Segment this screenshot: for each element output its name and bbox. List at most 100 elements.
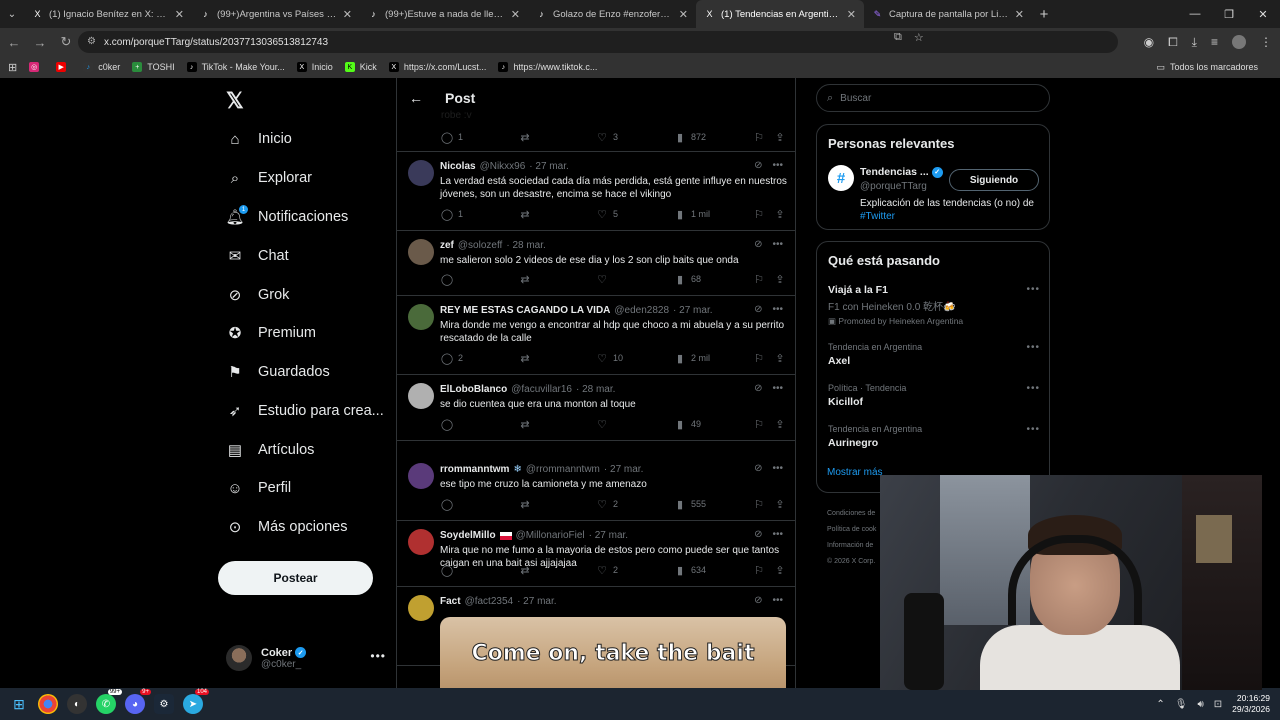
author-name[interactable]: Fact: [440, 596, 461, 607]
bookmark-button[interactable]: ⚐: [753, 273, 770, 286]
avatar[interactable]: [408, 529, 434, 555]
nav-bookmarks[interactable]: ⚑ Guardados: [226, 357, 329, 387]
grok-icon[interactable]: ⊘: [754, 463, 762, 474]
download-icon[interactable]: ⤓: [1192, 35, 1197, 50]
grok-icon[interactable]: ⊘: [754, 160, 762, 171]
more-dots-icon[interactable]: •••: [772, 160, 783, 171]
chevron-up-icon[interactable]: ⌃: [1156, 699, 1164, 710]
minimize-icon[interactable]: —: [1178, 0, 1212, 28]
like-button[interactable]: ♡ 3: [596, 131, 618, 144]
like-button[interactable]: ♡ 10: [596, 352, 623, 365]
reply-button[interactable]: ◯: [441, 273, 458, 286]
reply-button[interactable]: ◯: [441, 498, 458, 511]
gif-media[interactable]: Come on, take the bait: [440, 617, 786, 688]
more-dots-icon[interactable]: •••: [1026, 342, 1040, 353]
new-tab-button[interactable]: +: [1032, 6, 1056, 23]
reply-post[interactable]: zef @solozeff · 28 mar. ⊘ ••• me salieron sol…: [397, 231, 795, 296]
forward-arrow-icon[interactable]: →: [28, 30, 52, 54]
bookmark-youtube[interactable]: ▶: [56, 62, 71, 72]
views-button[interactable]: ▮ 49: [674, 418, 701, 431]
all-bookmarks-folder[interactable]: ▭ Todos los marcadores: [1156, 62, 1258, 73]
menu-dots-icon[interactable]: ⋮: [1260, 35, 1272, 49]
nav-home[interactable]: ⌂ Inicio: [226, 124, 291, 154]
bookmark-button[interactable]: ⚐: [753, 564, 770, 577]
system-clock[interactable]: 20:16:29 29/3/2026: [1232, 693, 1270, 715]
author-name[interactable]: ElLoboBlanco: [440, 384, 507, 395]
author-handle[interactable]: @fact2354: [465, 596, 514, 607]
close-tab-icon[interactable]: ✕: [511, 8, 520, 21]
bookmark-item[interactable]: X Inicio: [296, 62, 333, 72]
avatar[interactable]: [408, 239, 434, 265]
grok-icon[interactable]: ⊘: [754, 239, 762, 250]
author-handle[interactable]: @facuvillar16: [511, 384, 572, 395]
close-window-icon[interactable]: ✕: [1246, 0, 1280, 28]
volume-icon[interactable]: 🔊︎: [1197, 699, 1203, 710]
extension-icon[interactable]: ◉: [1144, 35, 1154, 49]
more-dots-icon[interactable]: •••: [772, 383, 783, 394]
more-dots-icon[interactable]: •••: [772, 304, 783, 315]
more-dots-icon[interactable]: •••: [1026, 284, 1040, 295]
whatsapp-icon[interactable]: ✆ 99+: [96, 689, 122, 714]
profile-avatar[interactable]: [1232, 35, 1246, 49]
like-button[interactable]: ♡ 2: [596, 564, 618, 577]
browser-tab[interactable]: X (1) Ignacio Benítez en X: "Algun ✕: [24, 0, 192, 28]
repost-button[interactable]: ⇄: [519, 352, 536, 365]
author-name[interactable]: zef: [440, 240, 454, 251]
apps-grid-icon[interactable]: ⊞: [8, 61, 17, 74]
views-button[interactable]: ▮ 1 mil: [674, 208, 710, 221]
share-button[interactable]: ⇪: [774, 352, 791, 365]
close-tab-icon[interactable]: ✕: [1015, 8, 1024, 21]
extensions-puzzle-icon[interactable]: ⧠: [1168, 35, 1178, 50]
reload-icon[interactable]: ↻: [54, 30, 78, 54]
repost-button[interactable]: ⇄: [519, 418, 536, 431]
footer-link[interactable]: Política de cook: [827, 522, 876, 538]
account-switcher[interactable]: Coker ✓ @c0ker_ •••: [226, 641, 386, 675]
reply-post[interactable]: REY ME ESTAS CAGANDO LA VIDA @eden2828 · 2…: [397, 296, 795, 375]
nav-articles[interactable]: ▤ Artículos: [226, 435, 315, 465]
author-handle[interactable]: @MillonarioFiel: [516, 530, 585, 541]
author-name[interactable]: rrommanntwm: [440, 464, 509, 475]
bookmark-item[interactable]: ♪ TikTok - Make Your...: [186, 62, 285, 72]
grok-icon[interactable]: ⊘: [754, 383, 762, 394]
reply-button[interactable]: ◯: [441, 564, 458, 577]
obs-icon[interactable]: ◐: [67, 694, 87, 714]
discord-icon[interactable]: ◕ 9+: [125, 689, 151, 714]
post-date[interactable]: · 27 mar.: [673, 305, 712, 316]
nav-profile[interactable]: ☺ Perfil: [226, 473, 291, 503]
views-button[interactable]: ▮ 555: [674, 498, 706, 511]
share-button[interactable]: ⇪: [774, 498, 791, 511]
repost-button[interactable]: ⇄: [519, 273, 536, 286]
browser-tab[interactable]: ✎ Captura de pantalla por Lightsh ✕: [864, 0, 1032, 28]
hashtag-avatar[interactable]: #: [828, 165, 854, 191]
bookmark-button[interactable]: ⚐: [753, 208, 770, 221]
avatar[interactable]: [408, 463, 434, 489]
repost-button[interactable]: ⇄: [519, 131, 536, 144]
footer-link[interactable]: Información de: [827, 538, 876, 554]
reply-button[interactable]: ◯ 2: [441, 352, 463, 365]
author-handle[interactable]: @solozeff: [458, 240, 502, 251]
avatar[interactable]: [408, 304, 434, 330]
steam-icon[interactable]: ⚙: [154, 694, 174, 714]
bookmark-button[interactable]: ⚐: [753, 498, 770, 511]
grok-icon[interactable]: ⊘: [754, 304, 762, 315]
browser-tab[interactable]: ♪ (99+)Argentina vs Países Bajos ✕: [192, 0, 360, 28]
browser-tab[interactable]: ♪ (99+)Estuve a nada de llegar a ✕: [360, 0, 528, 28]
back-arrow-icon[interactable]: ←: [2, 30, 26, 54]
more-dots-icon[interactable]: •••: [1026, 424, 1040, 435]
repost-button[interactable]: ⇄: [519, 498, 536, 511]
share-button[interactable]: ⇪: [774, 131, 791, 144]
more-dots-icon[interactable]: •••: [370, 649, 386, 663]
bookmark-instagram[interactable]: ◎: [29, 62, 44, 72]
post-date[interactable]: · 28 mar.: [576, 384, 615, 395]
reply-button[interactable]: ◯: [441, 418, 458, 431]
trend-item[interactable]: Tendencia en Argentina Aurinegro •••: [828, 424, 1040, 449]
nav-notifications[interactable]: 🔔︎ 1 Notificaciones: [225, 202, 348, 232]
chrome-icon[interactable]: [38, 694, 58, 714]
nav-explore[interactable]: ⌕ Explorar: [226, 163, 312, 193]
views-button[interactable]: ▮ 68: [674, 273, 701, 286]
like-button[interactable]: ♡ 5: [596, 208, 618, 221]
nav-creator-studio[interactable]: ➶ Estudio para crea...: [226, 396, 384, 426]
site-info-icon[interactable]: ⚙: [87, 36, 99, 48]
post-date[interactable]: · 27 mar.: [589, 530, 628, 541]
reply-post[interactable]: Fact @fact2354 · 27 mar. ⊘ ••• Come on, take …: [397, 587, 795, 688]
